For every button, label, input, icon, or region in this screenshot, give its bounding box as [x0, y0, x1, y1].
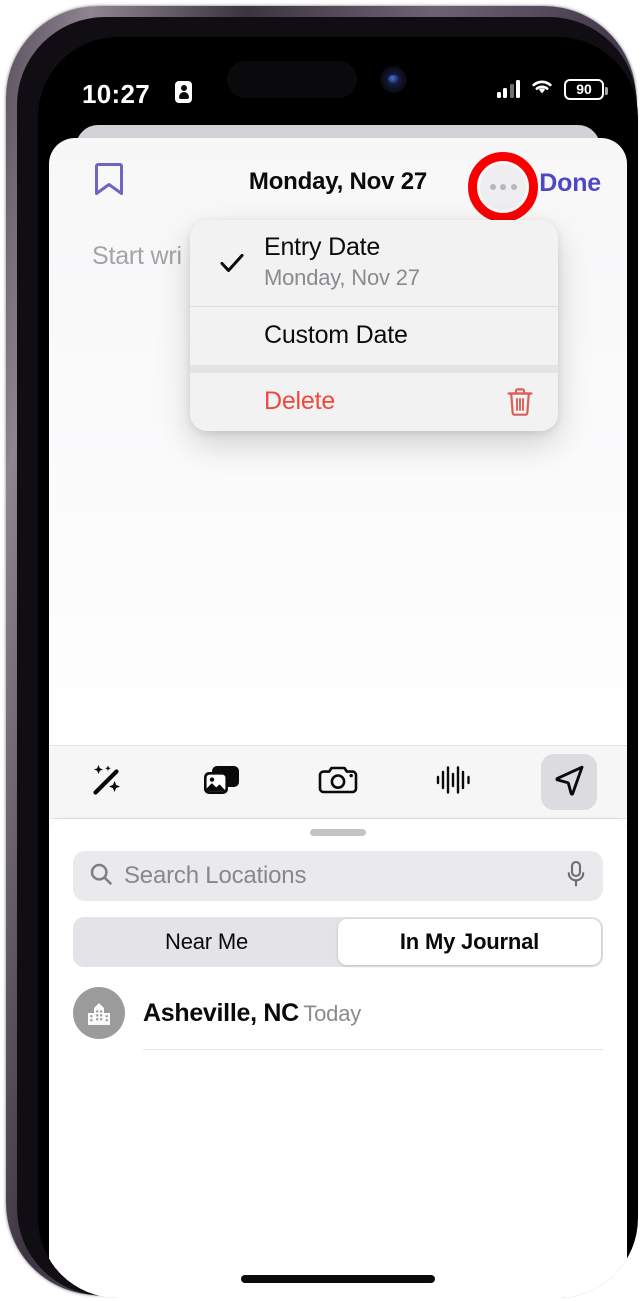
menu-item-entry-date[interactable]: Entry Date Monday, Nov 27 [190, 220, 558, 306]
search-input-placeholder: Search Locations [124, 862, 307, 889]
magic-wand-button[interactable] [49, 745, 165, 819]
location-list-item[interactable]: Asheville, NC Today [73, 987, 603, 1039]
sheet-grabber[interactable] [310, 829, 366, 836]
phone-screen: 10:27 90 Monday, Nov 27 Done Start wri E… [38, 37, 638, 1298]
photos-button[interactable] [165, 745, 281, 819]
ellipsis-dot [489, 184, 496, 190]
dynamic-island [227, 61, 357, 98]
search-locations-field[interactable]: Search Locations [73, 851, 603, 901]
status-bar: 10:27 90 [38, 37, 638, 115]
journal-entry-sheet: Monday, Nov 27 Done Start wri Entry Date… [49, 138, 627, 1298]
battery-percent: 90 [576, 81, 592, 97]
segment-near-me[interactable]: Near Me [75, 919, 338, 965]
audio-wave-icon [435, 763, 473, 802]
location-name: Asheville, NC [143, 998, 299, 1027]
menu-item-custom-date[interactable]: Custom Date [190, 307, 558, 365]
status-time: 10:27 [82, 79, 150, 109]
attachments-toolbar [49, 745, 627, 819]
menu-divider-thick [190, 364, 558, 373]
screenshot-root: 10:27 90 Monday, Nov 27 Done Start wri E… [0, 0, 642, 1301]
ellipsis-dot [510, 184, 517, 190]
search-icon [89, 862, 113, 891]
status-bar-indicators: 90 [496, 77, 608, 101]
city-buildings-icon [73, 987, 125, 1039]
trash-icon [506, 387, 534, 417]
id-card-icon [175, 81, 192, 103]
entry-date-context-menu: Entry Date Monday, Nov 27 Custom Date De… [190, 220, 558, 431]
location-button[interactable] [511, 745, 627, 819]
more-options-button[interactable] [480, 164, 526, 210]
home-indicator[interactable] [241, 1275, 435, 1283]
audio-button[interactable] [396, 745, 512, 819]
menu-item-subtitle: Monday, Nov 27 [264, 265, 420, 290]
location-subtitle: Today [303, 1000, 362, 1026]
phone-frame: 10:27 90 Monday, Nov 27 Done Start wri E… [6, 6, 638, 1298]
menu-item-label: Delete [264, 387, 336, 416]
list-divider [143, 1049, 603, 1050]
camera-icon [318, 763, 358, 801]
wifi-icon [529, 77, 555, 101]
menu-item-label: Custom Date [264, 321, 408, 350]
location-scope-segmented-control: Near Me In My Journal [73, 917, 603, 967]
signal-bars-icon [496, 80, 520, 98]
microphone-icon[interactable] [565, 860, 587, 893]
magic-wand-icon [88, 761, 126, 804]
checkmark-icon [219, 250, 245, 276]
menu-item-label: Entry Date [264, 233, 381, 261]
entry-text-placeholder[interactable]: Start wri [92, 242, 182, 271]
camera-button[interactable] [280, 745, 396, 819]
front-camera-icon [380, 66, 407, 93]
battery-icon: 90 [564, 78, 608, 100]
segment-in-my-journal[interactable]: In My Journal [338, 919, 601, 965]
phone-bezel: 10:27 90 Monday, Nov 27 Done Start wri E… [17, 17, 638, 1298]
location-arrow-icon [551, 762, 587, 803]
done-button[interactable]: Done [539, 169, 601, 198]
ellipsis-dot [500, 184, 506, 190]
menu-item-delete[interactable]: Delete [190, 373, 558, 431]
photos-icon [202, 763, 242, 802]
navigation-bar: Monday, Nov 27 Done [49, 138, 627, 222]
location-picker-sheet: Search Locations Near Me In My Journal A… [49, 819, 627, 1298]
